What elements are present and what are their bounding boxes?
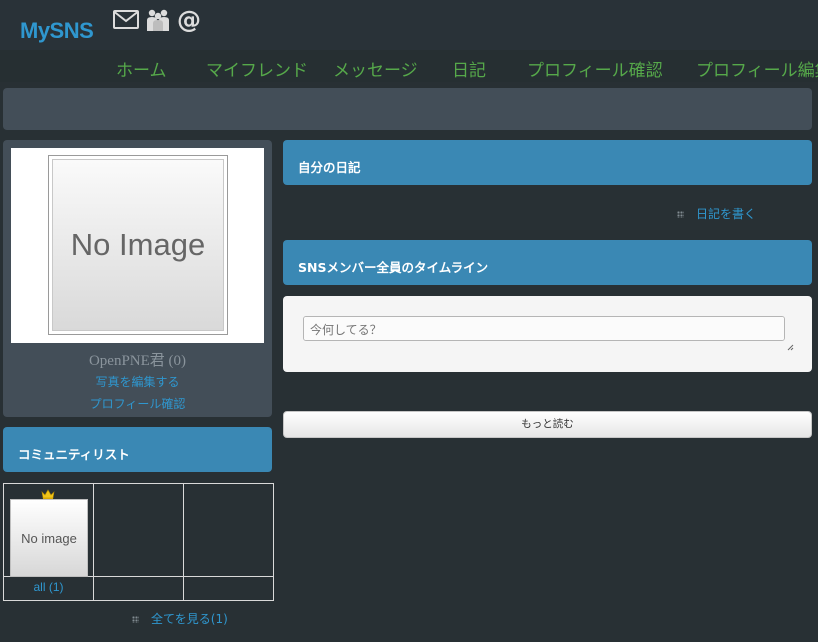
photo-border: No Image	[48, 155, 228, 335]
post-input[interactable]	[303, 316, 785, 341]
table-divider	[183, 484, 184, 600]
community-link[interactable]: all (1)	[4, 580, 93, 594]
profile-box: No Image OpenPNE君 (0) 写真を編集する プロフィール確認	[3, 140, 272, 417]
bullet-icon	[677, 211, 684, 218]
nav-messages[interactable]: メッセージ	[333, 56, 418, 81]
timeline-title: SNSメンバー全員のタイムライン	[298, 260, 489, 275]
view-profile-link[interactable]: プロフィール確認	[3, 395, 272, 412]
profile-name: OpenPNE君 (0)	[88, 353, 187, 369]
nav-home[interactable]: ホーム	[116, 56, 167, 81]
top-icons: @	[112, 4, 204, 34]
community-thumb-text: No image	[21, 530, 77, 546]
see-all-communities-link[interactable]: 全てを見る(1)	[132, 610, 228, 627]
resize-grip-icon[interactable]	[787, 336, 794, 355]
svg-text:@: @	[177, 6, 201, 33]
members-icon[interactable]	[144, 5, 172, 33]
diary-title: 自分の日記	[298, 160, 361, 175]
no-image-text: No Image	[70, 227, 206, 262]
community-cell[interactable]: No image all (1)	[4, 484, 93, 600]
bullet-icon	[132, 616, 139, 623]
at-sign-icon[interactable]: @	[176, 5, 204, 33]
community-list-title: コミュニティリスト	[18, 447, 130, 462]
nav-diary[interactable]: 日記	[452, 56, 486, 81]
see-all-label: 全てを見る(1)	[151, 612, 228, 626]
read-more-button[interactable]: もっと読む	[283, 411, 812, 438]
no-image-placeholder: No Image	[52, 159, 224, 331]
community-list-header: コミュニティリスト	[3, 427, 272, 472]
top-bar: MySNS @	[0, 0, 818, 50]
timeline-post-box	[283, 296, 812, 372]
site-logo[interactable]: MySNS	[20, 18, 94, 44]
nav-my-friends[interactable]: マイフレンド	[206, 56, 308, 81]
nav-profile-view[interactable]: プロフィール確認	[527, 56, 663, 81]
table-divider	[93, 484, 94, 600]
mail-icon[interactable]	[112, 5, 140, 33]
community-table: No image all (1)	[3, 483, 274, 601]
global-nav: ホーム マイフレンド メッセージ 日記 プロフィール確認 プロフィール編集	[0, 50, 818, 82]
diary-header: 自分の日記	[283, 140, 812, 185]
write-diary-link[interactable]: 日記を書く	[677, 205, 756, 222]
info-banner	[3, 88, 812, 130]
community-thumbnail[interactable]: No image	[10, 499, 88, 577]
nav-profile-edit[interactable]: プロフィール編集	[696, 56, 818, 81]
write-diary-label: 日記を書く	[696, 207, 757, 221]
profile-photo[interactable]: No Image	[11, 148, 264, 343]
edit-photo-link[interactable]: 写真を編集する	[3, 373, 272, 390]
timeline-header: SNSメンバー全員のタイムライン	[283, 240, 812, 285]
